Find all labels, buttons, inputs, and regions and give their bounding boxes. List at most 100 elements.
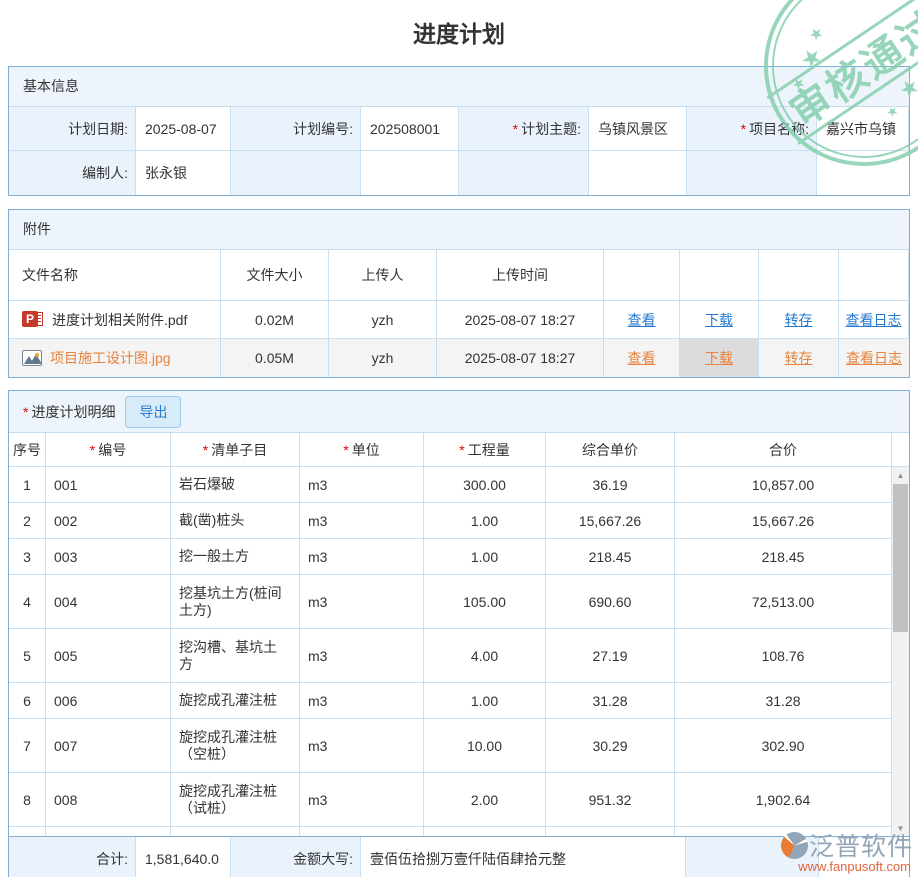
table-row: 1 001 岩石爆破 m3 300.00 36.19 10,857.00	[9, 467, 909, 503]
row-qty: 300.00	[424, 467, 546, 503]
uploader-cell: yzh	[329, 339, 437, 377]
field-label-text: 计划编号:	[293, 119, 353, 139]
table-row: 5 005 挖沟槽、基坑土方 m3 4.00 27.19 108.76	[9, 629, 909, 683]
fanpu-branding: 泛普软件 www.fanpusoft.com	[781, 827, 913, 874]
field-label-text: 项目名称:	[749, 119, 809, 139]
row-unit: m3	[300, 683, 424, 719]
uploader-cell: yzh	[329, 301, 437, 339]
col-header-text: 单位	[352, 440, 380, 460]
row-item: 挖基坑土方(桩间土方)	[171, 575, 300, 629]
export-button[interactable]: 导出	[125, 396, 181, 428]
file-name-header: 文件名称	[9, 250, 221, 301]
detail-header-row: 序号 *编号 *清单子目 *单位 *工程量 综合单价 合价	[9, 433, 909, 467]
row-no: 6	[9, 683, 46, 719]
empty-label-cell	[231, 151, 361, 195]
plan-date-value: 2025-08-07	[136, 107, 231, 151]
attachments-section: 附件 文件名称 文件大小 上传人 上传时间 P 进度计划相关附件.pdf 0.0…	[8, 209, 910, 378]
col-header-qty: *工程量	[424, 433, 546, 467]
row-qty	[424, 827, 546, 836]
row-code: 001	[46, 467, 171, 503]
row-code: 003	[46, 539, 171, 575]
transfer-link[interactable]: 转存	[785, 310, 813, 330]
row-total: 302.90	[675, 719, 892, 773]
action-cell: 转存	[759, 301, 839, 339]
plan-date-label: 计划日期:	[9, 107, 136, 151]
scrollbar-thumb[interactable]	[893, 484, 908, 632]
file-size-header: 文件大小	[221, 250, 329, 301]
view-link[interactable]: 查看	[628, 348, 656, 368]
row-total: 108.76	[675, 629, 892, 683]
vertical-scrollbar[interactable]: ▲ ▼	[892, 467, 909, 836]
empty-value-cell	[589, 151, 687, 195]
action-header-cell	[680, 250, 759, 301]
fanpu-logo-text: 泛普软件	[809, 827, 913, 863]
row-total: 15,667.26	[675, 503, 892, 539]
row-no: 3	[9, 539, 46, 575]
plan-subject-label: *计划主题:	[459, 107, 589, 151]
row-code: 002	[46, 503, 171, 539]
col-header-text: 工程量	[468, 440, 510, 460]
amount-caps-value: 壹佰伍拾捌万壹仟陆佰肆拾元整	[361, 837, 686, 877]
row-qty: 4.00	[424, 629, 546, 683]
attachments-grid: 文件名称 文件大小 上传人 上传时间 P 进度计划相关附件.pdf 0.02M …	[9, 250, 909, 377]
row-price: 31.28	[546, 683, 675, 719]
row-item: 截(凿)桩头	[171, 503, 300, 539]
required-asterisk: *	[23, 404, 28, 420]
row-qty: 1.00	[424, 503, 546, 539]
row-price	[546, 827, 675, 836]
plan-subject-value: 乌镇风景区	[589, 107, 687, 151]
action-cell: 下载	[680, 301, 759, 339]
row-price: 15,667.26	[546, 503, 675, 539]
row-total: 10,857.00	[675, 467, 892, 503]
view-link[interactable]: 查看	[628, 310, 656, 330]
scroll-up-icon[interactable]: ▲	[892, 467, 909, 483]
transfer-link[interactable]: 转存	[785, 348, 813, 368]
required-asterisk: *	[203, 442, 208, 458]
row-no: 2	[9, 503, 46, 539]
attachments-title: 附件	[9, 210, 909, 250]
empty-value-cell	[361, 151, 459, 195]
download-link[interactable]: 下载	[705, 348, 733, 368]
row-unit: m3	[300, 467, 424, 503]
upload-time-cell: 2025-08-07 18:27	[437, 339, 604, 377]
table-row: 2 002 截(凿)桩头 m3 1.00 15,667.26 15,667.26	[9, 503, 909, 539]
row-price: 951.32	[546, 773, 675, 827]
action-cell: 查看	[604, 339, 680, 377]
col-header-code: *编号	[46, 433, 171, 467]
fanpu-url: www.fanpusoft.com	[781, 859, 913, 874]
action-cell: 转存	[759, 339, 839, 377]
view-log-link[interactable]: 查看日志	[846, 348, 902, 368]
download-link[interactable]: 下载	[705, 310, 733, 330]
basic-info-section: 基本信息 计划日期: 2025-08-07 计划编号: 202508001 *计…	[8, 66, 910, 196]
row-no: 8	[9, 773, 46, 827]
header-filler-cell	[892, 433, 909, 467]
table-row: 3 003 挖一般土方 m3 1.00 218.45 218.45	[9, 539, 909, 575]
totals-footer: 合计: 1,581,640.0 金额大写: 壹佰伍拾捌万壹仟陆佰肆拾元整	[8, 836, 910, 877]
row-code: 007	[46, 719, 171, 773]
row-unit: m3	[300, 719, 424, 773]
row-qty: 10.00	[424, 719, 546, 773]
empty-value-cell	[817, 151, 909, 195]
amount-caps-label: 金额大写:	[231, 837, 361, 877]
view-log-link[interactable]: 查看日志	[846, 310, 902, 330]
compiler-value: 张永银	[136, 151, 231, 195]
row-price: 30.29	[546, 719, 675, 773]
row-price: 218.45	[546, 539, 675, 575]
row-code: 006	[46, 683, 171, 719]
row-unit: m3	[300, 539, 424, 575]
col-header-item: *清单子目	[171, 433, 300, 467]
fanpu-logo-row: 泛普软件	[781, 827, 913, 863]
action-cell: 下载	[680, 339, 759, 377]
row-item: 旋挖成孔灌注桩（空桩）	[171, 719, 300, 773]
row-unit	[300, 827, 424, 836]
file-size-cell: 0.05M	[221, 339, 329, 377]
pdf-file-icon: P	[22, 311, 44, 328]
row-price: 27.19	[546, 629, 675, 683]
empty-label-cell	[687, 151, 817, 195]
row-item	[171, 827, 300, 836]
table-row: 8 008 旋挖成孔灌注桩（试桩） m3 2.00 951.32 1,902.6…	[9, 773, 909, 827]
detail-section: *进度计划明细 导出 序号 *编号 *清单子目 *单位 *工程量 综合单价 合价…	[8, 390, 910, 836]
detail-title-band: *进度计划明细 导出	[9, 391, 909, 433]
action-cell: 查看	[604, 301, 680, 339]
fanpu-logo-icon	[781, 832, 808, 859]
